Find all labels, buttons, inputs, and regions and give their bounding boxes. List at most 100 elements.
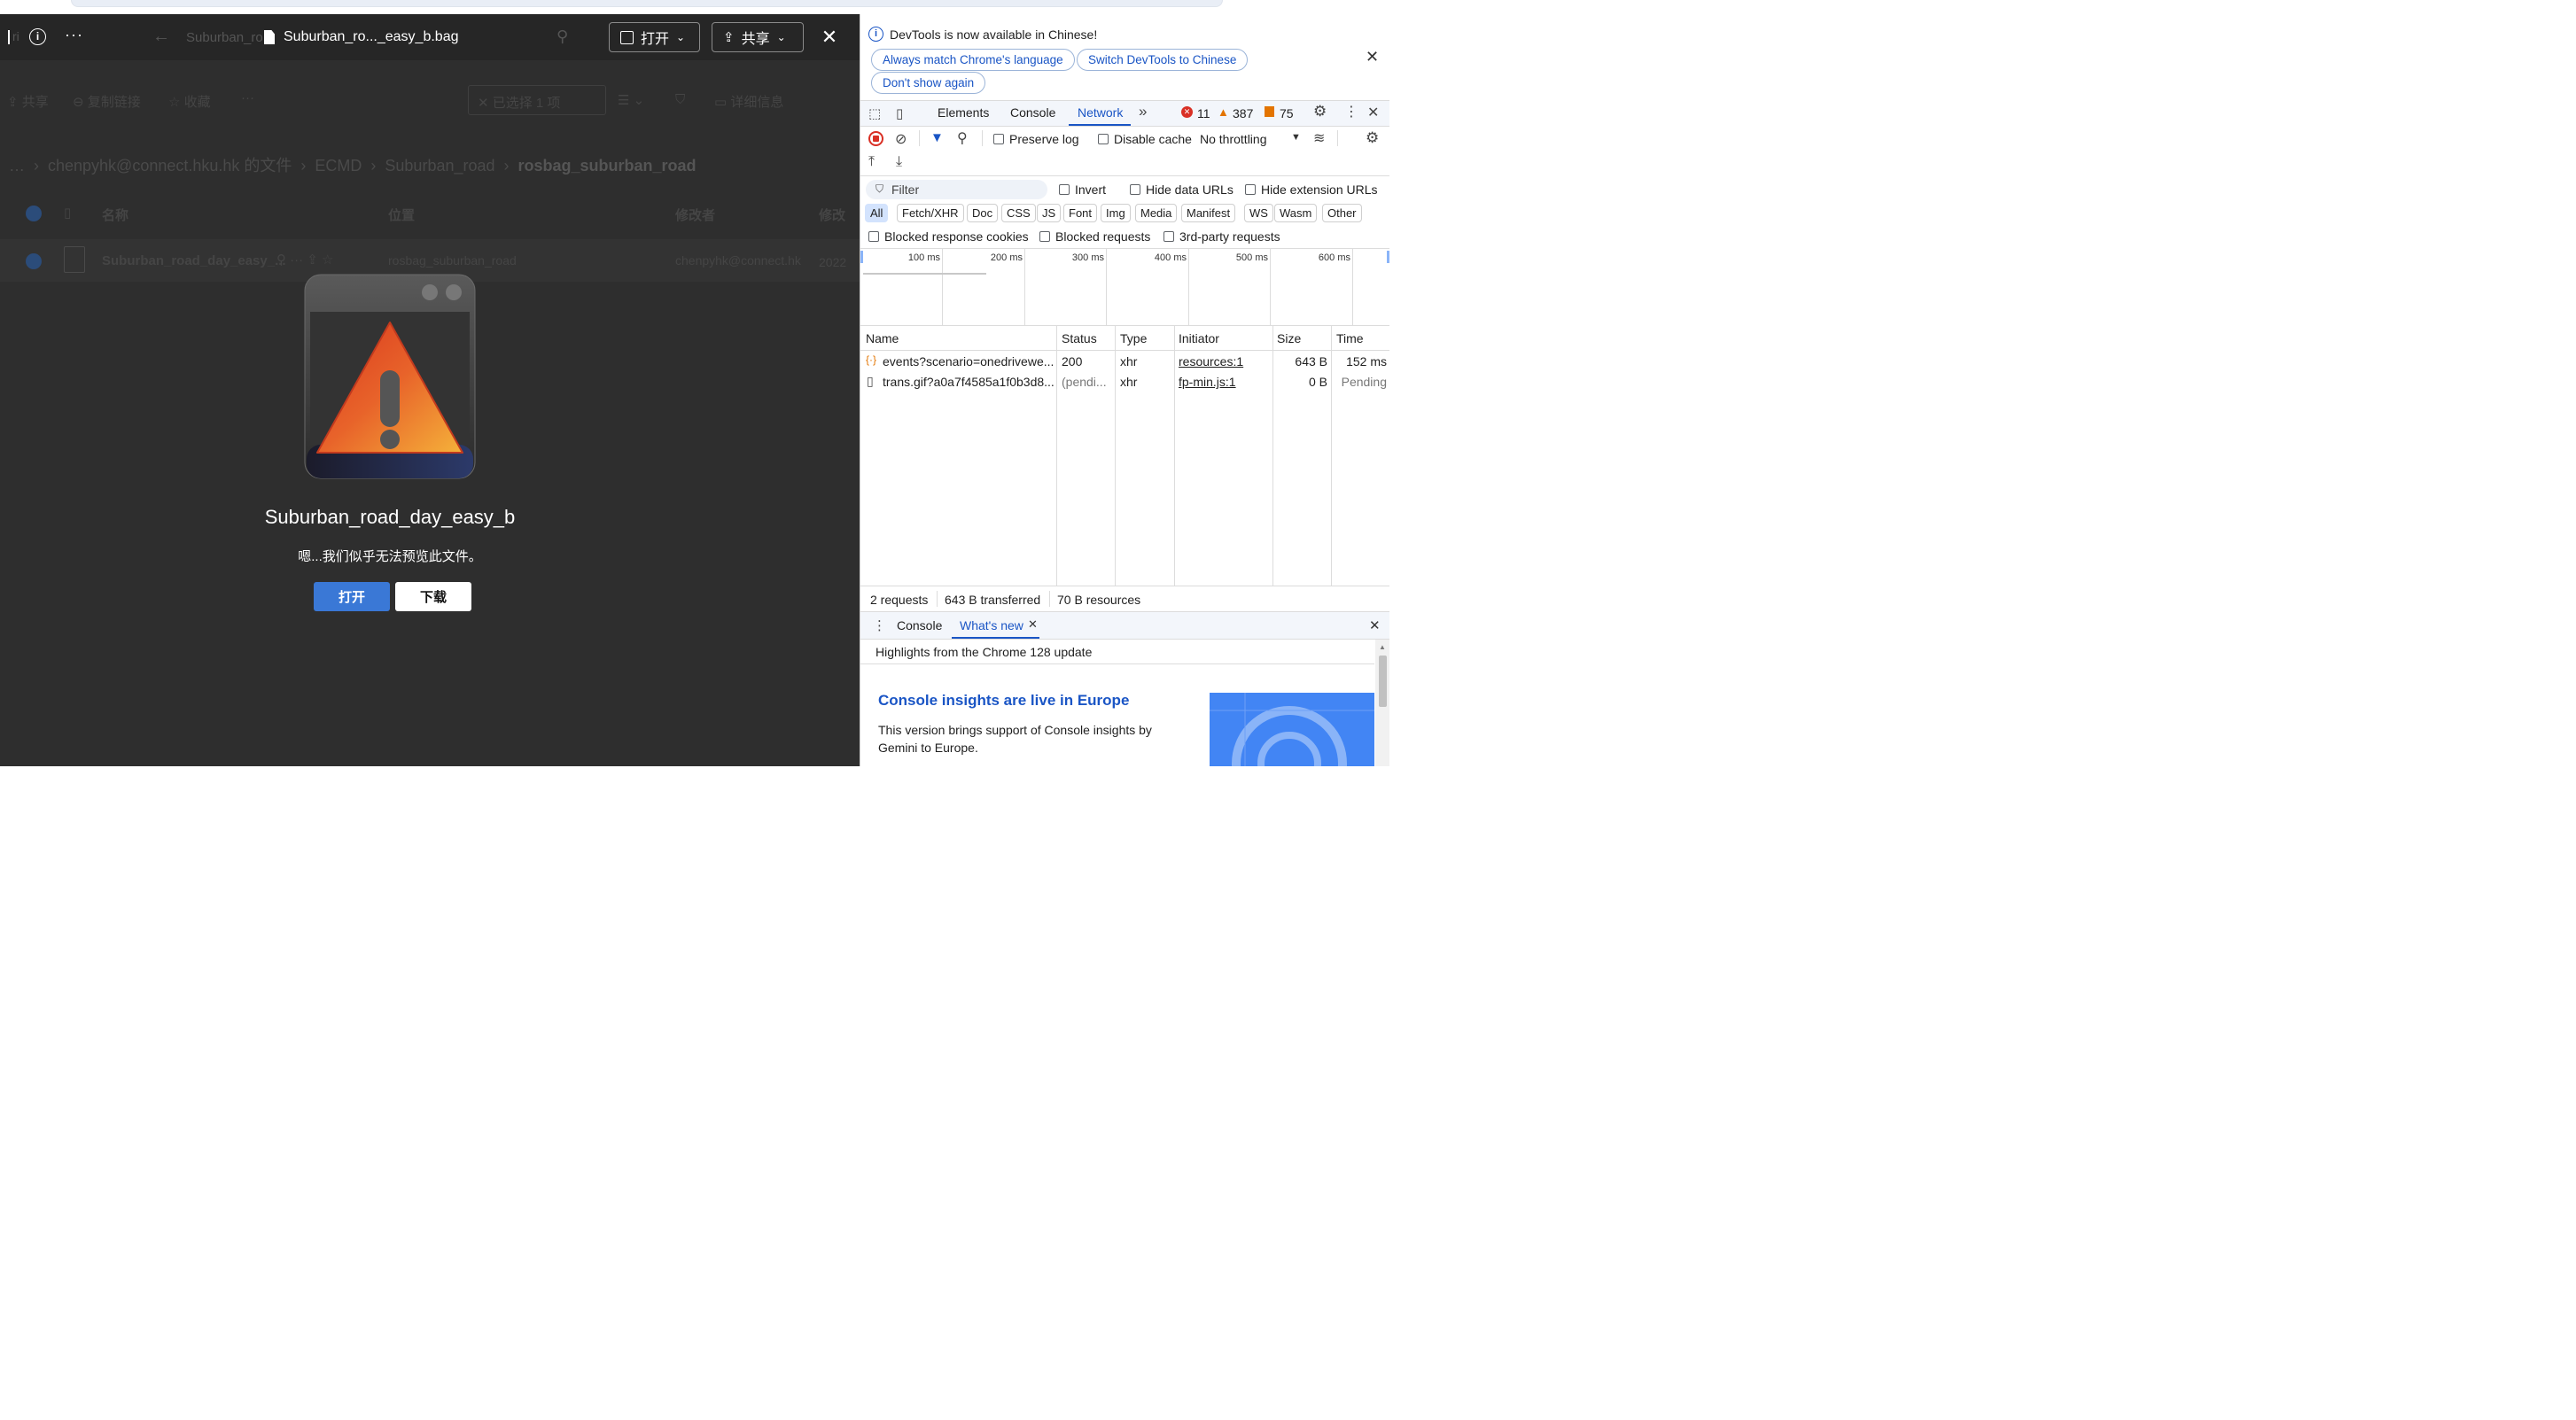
preview-download-button[interactable]: 下载	[395, 582, 471, 611]
export-har-icon[interactable]: ⤓	[896, 154, 902, 170]
more-tabs-icon[interactable]: »	[1139, 103, 1147, 120]
filter-type-font[interactable]: Font	[1063, 204, 1098, 222]
filter-type-ws[interactable]: WS	[1244, 204, 1273, 222]
col-initiator[interactable]: Initiator	[1179, 331, 1219, 345]
share-menu-label: 共享	[741, 32, 770, 47]
record-stop-icon[interactable]	[868, 131, 883, 146]
timeline-left-handle[interactable]	[860, 251, 863, 263]
request-time: 152 ms	[1346, 354, 1387, 369]
tab-console[interactable]: Console	[1010, 105, 1055, 120]
kebab-menu-icon[interactable]: ⋮	[1344, 103, 1358, 120]
error-icon: ✕	[1181, 106, 1193, 118]
filter-type-fetch-xhr[interactable]: Fetch/XHR	[897, 204, 964, 222]
drawer-menu-icon[interactable]: ⋮	[873, 617, 886, 633]
issues-count[interactable]: 75	[1280, 106, 1294, 120]
open-menu-button[interactable]: 打开 ⌄	[609, 22, 700, 52]
bg-selected-indicator: ✕ 已选择 1 项	[468, 85, 606, 115]
share-icon: ⇪	[723, 30, 735, 45]
preview-open-button[interactable]: 打开	[314, 582, 390, 611]
info-icon[interactable]: i	[29, 28, 46, 45]
document-icon: ▯	[867, 374, 874, 388]
chevron-down-icon: ⌄	[776, 31, 786, 43]
warning-count[interactable]: 387	[1233, 106, 1253, 120]
blocked-cookies-checkbox[interactable]: Blocked response cookies	[868, 229, 1029, 244]
blocked-requests-checkbox[interactable]: Blocked requests	[1039, 229, 1150, 244]
filter-type-all[interactable]: All	[865, 204, 889, 222]
filter-type-manifest[interactable]: Manifest	[1181, 204, 1236, 222]
filter-type-other[interactable]: Other	[1322, 204, 1362, 222]
close-drawer-icon[interactable]: ✕	[1369, 617, 1381, 633]
dropdown-arrow-icon[interactable]: ▼	[1291, 132, 1301, 143]
close-tab-icon[interactable]: ✕	[1028, 617, 1038, 632]
timeline-tick: 500 ms	[1235, 252, 1268, 263]
timeline-tick: 100 ms	[907, 252, 940, 263]
match-language-button[interactable]: Always match Chrome's language	[871, 49, 1075, 71]
filter-type-img[interactable]: Img	[1101, 204, 1131, 222]
col-size[interactable]: Size	[1277, 331, 1301, 345]
filter-icon[interactable]: ▼	[930, 130, 944, 145]
third-party-checkbox[interactable]: 3rd-party requests	[1163, 229, 1280, 244]
warning-illustration	[301, 271, 479, 484]
close-viewer-button[interactable]: ✕	[813, 21, 845, 53]
timeline-right-handle[interactable]	[1387, 251, 1389, 263]
clear-icon[interactable]: ⊘	[895, 130, 907, 148]
request-row[interactable]: {·} events?scenario=onedrivewe... 200 xh…	[860, 352, 1389, 371]
bg-sort-icon: ☰ ⌄	[618, 93, 645, 108]
drawer-scrollbar[interactable]: ▲	[1375, 640, 1389, 766]
text-cursor	[8, 30, 10, 44]
inspect-element-icon[interactable]: ⬚	[868, 105, 881, 121]
throttling-select[interactable]: No throttling	[1200, 132, 1266, 146]
filter-type-media[interactable]: Media	[1135, 204, 1178, 222]
network-conditions-icon[interactable]: ≋	[1313, 129, 1325, 147]
dont-show-again-button[interactable]: Don't show again	[871, 72, 986, 94]
network-settings-icon[interactable]: ⚙	[1366, 129, 1379, 147]
drawer-tab-console[interactable]: Console	[897, 618, 942, 632]
filter-type-doc[interactable]: Doc	[967, 204, 999, 222]
col-type[interactable]: Type	[1120, 331, 1147, 345]
issues-icon	[1265, 106, 1274, 117]
truncated-label: ri	[12, 29, 19, 43]
col-status[interactable]: Status	[1062, 331, 1097, 345]
preview-error-message: 嗯...我们似乎无法预览此文件。	[298, 549, 482, 564]
switch-chinese-button[interactable]: Switch DevTools to Chinese	[1077, 49, 1249, 71]
preserve-log-checkbox[interactable]: Preserve log	[993, 132, 1079, 146]
language-banner-text: DevTools is now available in Chinese!	[890, 27, 1098, 42]
request-row[interactable]: ▯ trans.gif?a0a7f4585a1f0b3d8... (pendi.…	[860, 372, 1389, 392]
invert-checkbox[interactable]: Invert	[1059, 182, 1106, 197]
bg-share-cmd: ⇪ 共享	[7, 95, 49, 110]
address-bar[interactable]	[71, 0, 1223, 7]
more-options-icon[interactable]: ···	[65, 26, 83, 44]
bg-col-location: 位置	[388, 208, 416, 223]
device-toolbar-icon[interactable]: ▯	[896, 105, 903, 121]
request-type: xhr	[1120, 375, 1138, 389]
bg-favorite-cmd: ☆ 收藏	[168, 95, 211, 110]
filter-type-js[interactable]: JS	[1037, 204, 1062, 222]
col-time[interactable]: Time	[1336, 331, 1364, 345]
behind-search-text: Suburban_ro	[186, 30, 263, 45]
search-icon[interactable]: ⚲	[957, 129, 968, 147]
disable-cache-checkbox[interactable]: Disable cache	[1098, 132, 1192, 146]
filter-type-wasm[interactable]: Wasm	[1274, 204, 1318, 222]
article-thumbnail	[1210, 693, 1374, 766]
bg-row-name: Suburban_road_day_easy_...	[102, 253, 286, 268]
hide-data-urls-checkbox[interactable]: Hide data URLs	[1130, 182, 1234, 197]
share-menu-button[interactable]: ⇪ 共享 ⌄	[712, 22, 804, 52]
tab-elements[interactable]: Elements	[938, 105, 989, 120]
settings-gear-icon[interactable]: ⚙	[1313, 103, 1327, 120]
xhr-json-icon: {·}	[866, 353, 877, 366]
bg-copy-link-cmd: ⊖ 复制链接	[73, 95, 141, 110]
import-har-icon[interactable]: ⤒	[868, 154, 875, 170]
request-initiator-link[interactable]: fp-min.js:1	[1179, 375, 1236, 389]
filter-type-css[interactable]: CSS	[1001, 204, 1036, 222]
drawer-tab-whats-new[interactable]: What's new	[960, 618, 1023, 632]
request-initiator-link[interactable]: resources:1	[1179, 354, 1243, 369]
close-banner-icon[interactable]: ✕	[1366, 48, 1379, 66]
hide-extension-urls-checkbox[interactable]: Hide extension URLs	[1245, 182, 1378, 197]
bg-row-modified-by: chenpyhk@connect.hk	[675, 253, 801, 268]
close-devtools-icon[interactable]: ✕	[1367, 104, 1379, 121]
tab-network[interactable]: Network	[1078, 105, 1123, 120]
article-title-link[interactable]: Console insights are live in Europe	[878, 692, 1129, 710]
error-count[interactable]: 11	[1197, 106, 1210, 120]
bg-row-modified: 2022	[819, 255, 847, 269]
col-name[interactable]: Name	[866, 331, 899, 345]
